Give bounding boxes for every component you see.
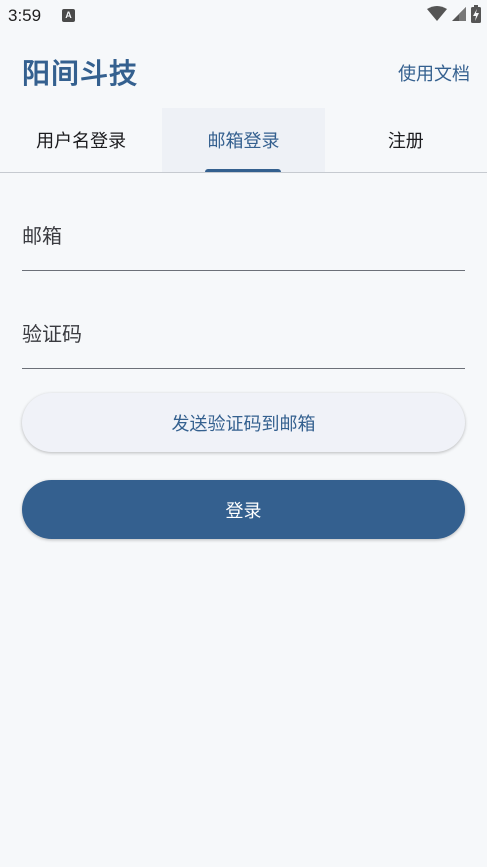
email-input[interactable] <box>22 224 465 248</box>
tab-register[interactable]: 注册 <box>325 108 487 172</box>
verification-code-input[interactable] <box>22 322 465 346</box>
tab-label: 注册 <box>387 131 424 152</box>
tab-email-login[interactable]: 邮箱登录 <box>162 108 325 172</box>
docs-link[interactable]: 使用文档 <box>398 60 470 86</box>
verification-code-field <box>22 308 465 369</box>
email-field <box>22 210 465 271</box>
tab-username-login[interactable]: 用户名登录 <box>0 108 162 172</box>
status-time: 3:59 <box>8 6 42 25</box>
status-icons <box>427 5 481 27</box>
tab-label: 用户名登录 <box>36 131 127 152</box>
battery-charging-icon <box>471 5 481 27</box>
notification-icon: A <box>62 9 75 22</box>
tab-label: 邮箱登录 <box>207 131 280 152</box>
active-tab-indicator <box>205 169 282 172</box>
status-bar: 3:59 A <box>0 0 487 34</box>
send-code-button[interactable]: 发送验证码到邮箱 <box>22 393 465 452</box>
signal-icon <box>451 6 467 26</box>
login-label: 登录 <box>225 500 262 522</box>
wifi-icon <box>427 6 447 26</box>
app-title: 阳间斗技 <box>22 57 139 90</box>
login-button[interactable]: 登录 <box>22 480 465 539</box>
send-code-label: 发送验证码到邮箱 <box>171 413 316 435</box>
login-tabs: 用户名登录 邮箱登录 注册 <box>0 108 487 173</box>
